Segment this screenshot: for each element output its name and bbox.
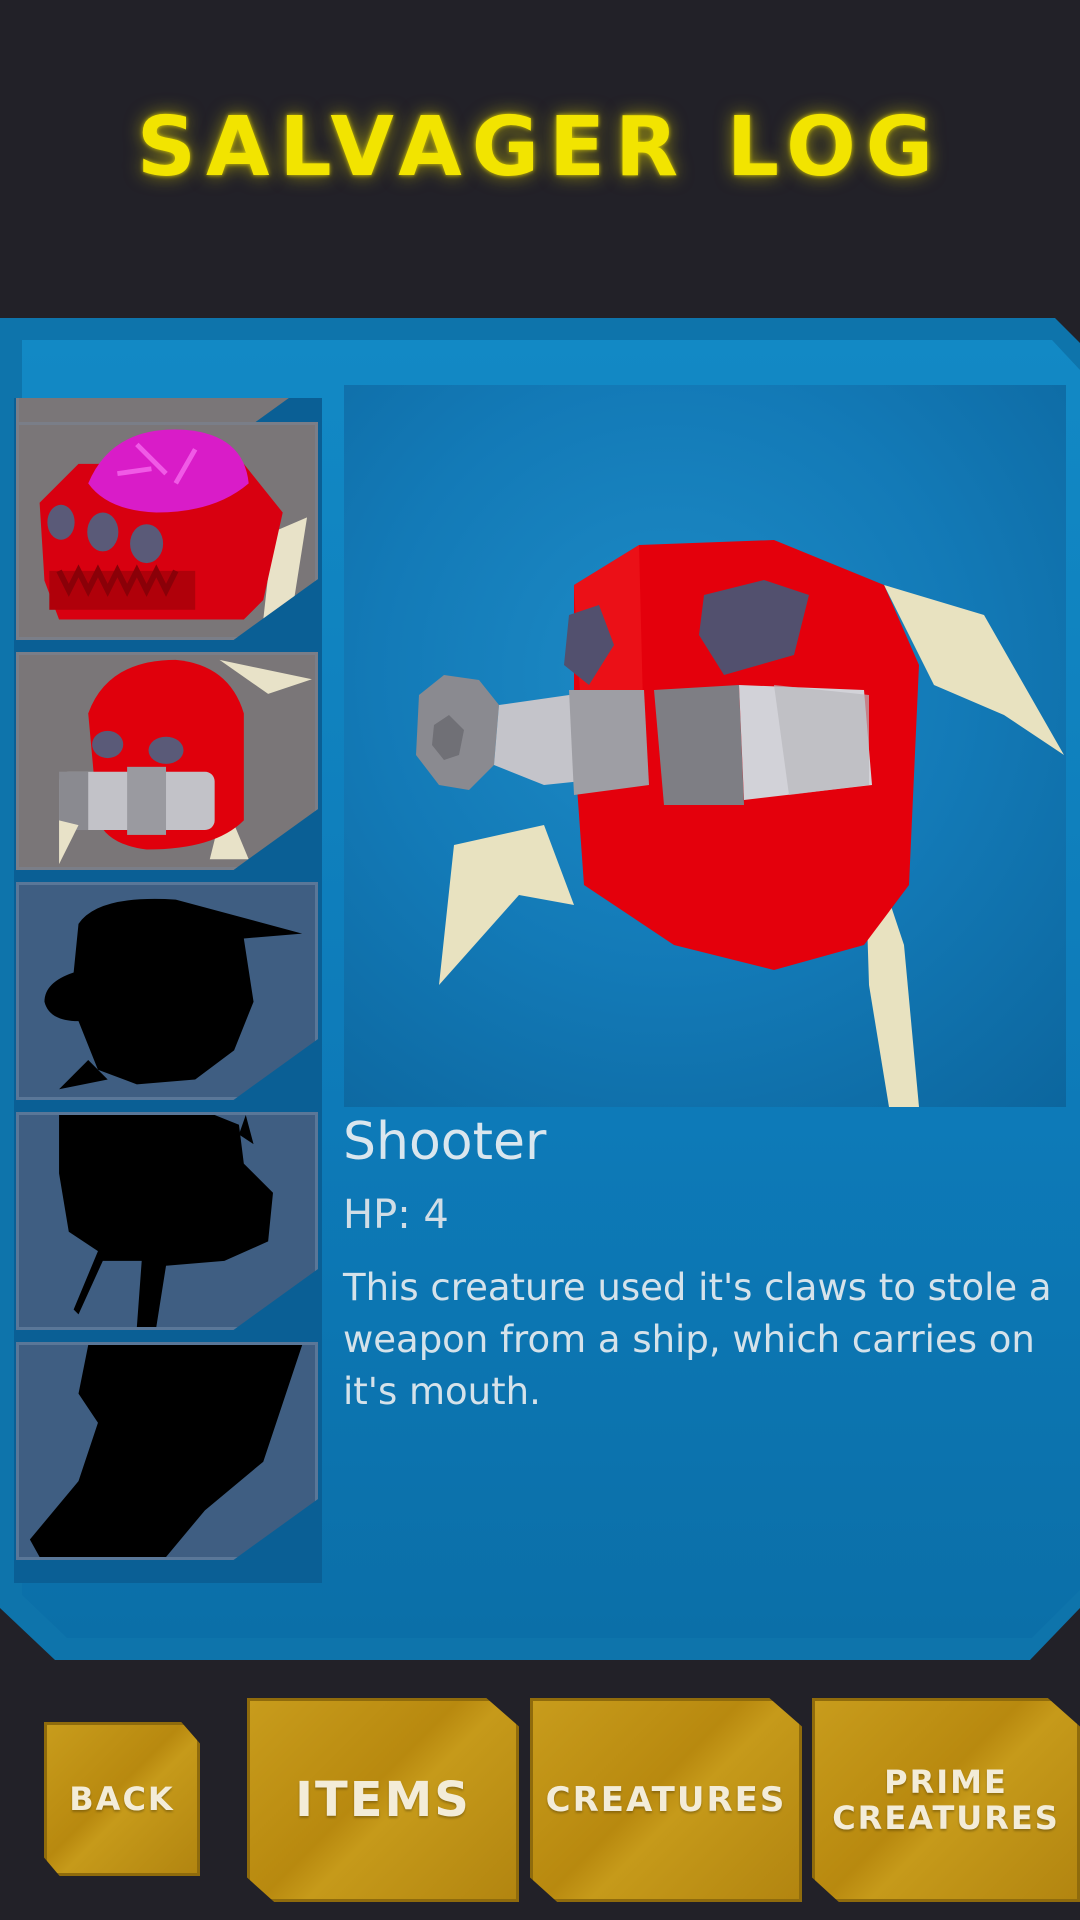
shooter-model	[416, 540, 1064, 1107]
prime-label-line2: CREATURES	[832, 1799, 1060, 1837]
prime-label-line1: PRIME	[884, 1763, 1008, 1801]
page-title: SALVAGER LOG	[136, 100, 944, 195]
creature-list[interactable]	[14, 398, 322, 1583]
back-button-label: BACK	[69, 1780, 175, 1818]
items-button-label: ITEMS	[295, 1772, 471, 1828]
creature-description: This creature used it's claws to stole a…	[343, 1266, 1052, 1413]
creatures-button-label: CREATURES	[545, 1780, 787, 1820]
creature-slot-brain-crab[interactable]	[16, 422, 318, 640]
creatures-button[interactable]: CREATURES	[530, 1698, 802, 1902]
creature-name: Shooter	[343, 1112, 547, 1172]
creature-slot-locked-2[interactable]	[16, 1112, 318, 1330]
creature-slot-shooter[interactable]	[16, 652, 318, 870]
back-button[interactable]: BACK	[44, 1722, 200, 1876]
creature-slot-locked-1[interactable]	[16, 882, 318, 1100]
prime-creatures-label: PRIME CREATURES	[832, 1764, 1060, 1836]
locked-silhouette-1	[44, 898, 303, 1090]
creature-hp: HP: 4	[343, 1192, 449, 1238]
creature-model-view[interactable]	[344, 385, 1066, 1107]
locked-silhouette-3	[29, 1345, 303, 1557]
locked-silhouette-2	[59, 1115, 273, 1327]
prime-creatures-button[interactable]: PRIME CREATURES	[812, 1698, 1080, 1902]
brain-crab-thumbnail	[39, 429, 308, 620]
creature-slot-locked-3[interactable]	[16, 1342, 318, 1560]
items-button[interactable]: ITEMS	[247, 1698, 519, 1902]
shooter-thumbnail	[59, 659, 312, 865]
